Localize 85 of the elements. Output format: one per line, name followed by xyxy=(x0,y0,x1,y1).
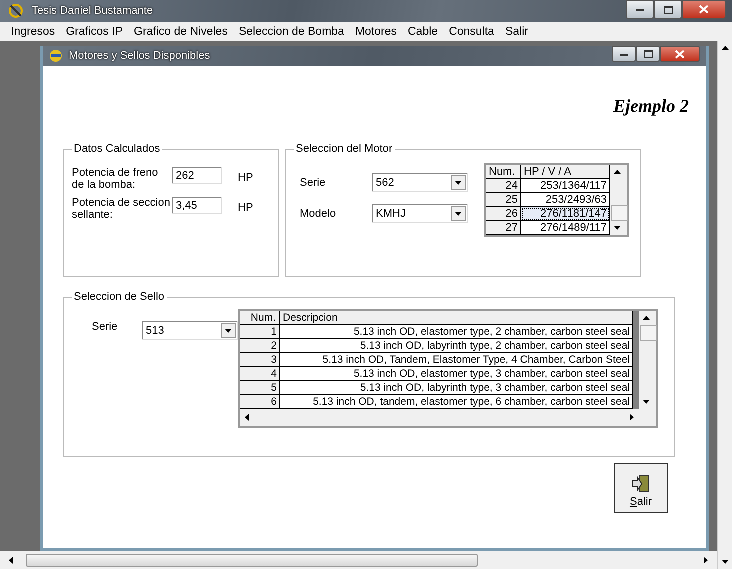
field-label: Potencia de seccion sellante: xyxy=(72,197,172,221)
row-number: 26 xyxy=(486,207,521,221)
row-number: 5 xyxy=(240,381,280,395)
row-number: 27 xyxy=(486,221,521,235)
input-field[interactable]: 3,45 xyxy=(172,197,222,214)
input-field[interactable]: 262 xyxy=(172,167,222,184)
close-button[interactable] xyxy=(682,0,726,19)
close-icon xyxy=(675,50,685,58)
minimize-button[interactable] xyxy=(626,0,654,19)
scroll-thumb[interactable] xyxy=(611,205,628,221)
dropdown[interactable]: 562 xyxy=(372,173,468,192)
group-title: Seleccion de Sello xyxy=(73,291,166,303)
dropdown[interactable]: KMHJ xyxy=(372,204,468,223)
exit-button[interactable]: Salir xyxy=(614,463,668,513)
field-label: Serie xyxy=(299,176,327,188)
menu-item[interactable]: Ingresos xyxy=(11,26,56,38)
dropdown[interactable]: 513 xyxy=(142,321,238,340)
dropdown-button[interactable] xyxy=(451,206,466,221)
window-title: Tesis Daniel Bustamante xyxy=(32,5,154,17)
arrow-up-icon xyxy=(722,46,728,50)
row-number: 25 xyxy=(486,193,521,207)
row-number: 24 xyxy=(486,179,521,193)
dropdown-button[interactable] xyxy=(451,175,466,190)
row-number: 2 xyxy=(240,339,280,353)
column-header: Descripcion xyxy=(280,311,633,325)
arrow-right-icon xyxy=(704,556,708,564)
group-title: Seleccion del Motor xyxy=(295,143,394,155)
field-label: Potencia de freno de la bomba: xyxy=(72,167,160,191)
group-title: Datos Calculados xyxy=(73,143,162,155)
maximize-button[interactable] xyxy=(654,0,682,19)
arrow-down-icon xyxy=(642,400,650,404)
minimize-button[interactable] xyxy=(612,46,636,62)
child-window-title: Motores y Sellos Disponibles xyxy=(69,50,212,62)
close-icon xyxy=(699,5,709,14)
unit-label: HP xyxy=(238,172,254,184)
table-cell[interactable]: 5.13 inch OD, labyrinth type, 2 chamber, carbon steel seal xyxy=(280,339,633,353)
table-cell[interactable]: 5.13 inch OD, labyrinth type, 3 chamber, carbon steel seal xyxy=(280,381,633,395)
heading: Ejemplo 2 xyxy=(614,96,689,117)
menu-item[interactable]: Seleccion de Bomba xyxy=(238,26,344,38)
row-number: 1 xyxy=(240,325,280,339)
menu-item[interactable]: Salir xyxy=(505,26,528,38)
app-icon xyxy=(8,3,24,19)
table-cell[interactable]: 5.13 inch OD, elastomer type, 2 chamber, carbon steel seal xyxy=(280,325,633,339)
table-cell[interactable]: 276/1489/117 xyxy=(521,221,610,235)
menu-item[interactable]: Cable xyxy=(408,26,438,38)
row-number: 6 xyxy=(240,395,280,409)
unit-label: HP xyxy=(238,202,254,214)
maximize-icon xyxy=(644,50,652,58)
arrow-left-icon xyxy=(9,556,13,564)
menu-item[interactable]: Grafico de Niveles xyxy=(134,26,228,38)
minimize-icon xyxy=(636,8,644,11)
caret-icon xyxy=(225,328,232,332)
table-cell[interactable]: 5.13 inch OD, Tandem, Elastomer Type, 4 Chamber, Carbon Steel xyxy=(280,353,633,367)
arrow-left-icon xyxy=(245,414,249,421)
arrow-up-icon xyxy=(614,170,620,174)
close-button[interactable] xyxy=(660,46,700,62)
table-cell[interactable]: 5.13 inch OD, tandem, elastomer type, 6 chamber, carbon steel seal xyxy=(280,395,633,409)
column-header: Num. xyxy=(486,165,521,179)
menu-item[interactable]: Motores xyxy=(355,26,397,38)
maximize-button[interactable] xyxy=(636,46,660,62)
scroll-thumb[interactable] xyxy=(640,325,657,341)
caret-icon xyxy=(455,180,462,184)
arrow-down-icon xyxy=(614,226,620,230)
table-cell[interactable]: 276/1181/147 xyxy=(521,207,610,221)
table-cell[interactable]: 5.13 inch OD, elastomer type, 3 chamber, carbon steel seal xyxy=(280,367,633,381)
field-label: Serie xyxy=(91,321,119,333)
minimize-icon xyxy=(620,52,628,56)
arrow-down-icon xyxy=(722,560,728,564)
exit-door-icon xyxy=(632,475,650,493)
table-cell[interactable]: 253/1364/117 xyxy=(521,179,610,193)
table-cell[interactable]: 253/2493/63 xyxy=(521,193,610,207)
dropdown-button[interactable] xyxy=(221,323,236,338)
field-label: Modelo xyxy=(299,208,338,220)
menu-item[interactable]: Graficos IP xyxy=(66,26,123,38)
row-number: 4 xyxy=(240,367,280,381)
maximize-icon xyxy=(664,6,672,14)
column-header: Num. xyxy=(240,311,280,325)
arrow-up-icon xyxy=(642,316,650,320)
caret-icon xyxy=(455,212,462,216)
app-icon xyxy=(49,49,63,63)
row-number: 3 xyxy=(240,353,280,367)
menu-item[interactable]: Consulta xyxy=(449,26,494,38)
scroll-thumb[interactable] xyxy=(26,554,478,566)
arrow-right-icon xyxy=(630,414,634,421)
column-header: HP / V / A xyxy=(521,165,610,179)
